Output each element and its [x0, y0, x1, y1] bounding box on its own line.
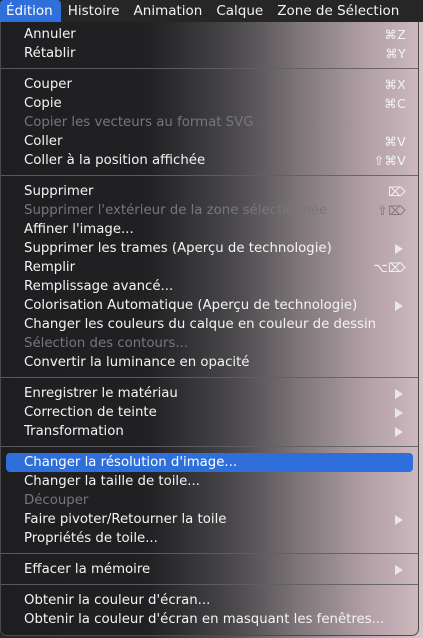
menu-edition[interactable]: Édition [0, 0, 61, 22]
menu-item-colorisation-automatique[interactable]: Colorisation Automatique (Aperçu de tech… [1, 296, 418, 315]
menu-item-label: Changer la taille de toile... [24, 474, 200, 489]
shortcut-label: ⌘X [384, 77, 406, 92]
menu-item-label: Propriétés de toile... [24, 531, 158, 546]
menu-separator [1, 175, 418, 176]
menu-zone-de-selection[interactable]: Zone de Sélection [270, 0, 406, 22]
menu-item-coller[interactable]: Coller ⌘V [1, 132, 418, 151]
menu-item-label: Faire pivoter/Retourner la toile [24, 512, 227, 527]
menu-item-convertir-luminance[interactable]: Convertir la luminance en opacité [1, 353, 418, 372]
menu-item-label: Transformation [24, 424, 124, 439]
shortcut-label: ⌘V [384, 134, 406, 149]
menu-item-label: Obtenir la couleur d'écran... [24, 593, 211, 608]
menu-item-selection-contours: Sélection des contours... [1, 334, 418, 353]
edition-dropdown-menu: Annuler ⌘Z Rétablir ⌘Y Couper ⌘X Copie ⌘… [0, 22, 419, 636]
menu-separator [1, 584, 418, 585]
menu-item-changer-taille-toile[interactable]: Changer la taille de toile... [1, 472, 418, 491]
menu-separator [1, 377, 418, 378]
menu-bar: Édition Histoire Animation Calque Zone d… [0, 0, 423, 22]
menu-item-effacer-memoire[interactable]: Effacer la mémoire [1, 560, 418, 579]
menu-item-changer-couleurs-calque[interactable]: Changer les couleurs du calque en couleu… [1, 315, 418, 334]
menu-separator [1, 446, 418, 447]
submenu-arrow-icon [395, 515, 403, 525]
menu-item-enregistrer-materiau[interactable]: Enregistrer le matériau [1, 384, 418, 403]
menu-separator [1, 68, 418, 69]
menu-item-remplissage-avance[interactable]: Remplissage avancé... [1, 277, 418, 296]
menu-item-obtenir-couleur-ecran[interactable]: Obtenir la couleur d'écran... [1, 591, 418, 610]
menu-item-copier-svg: Copier les vecteurs au format SVG [1, 113, 418, 132]
menu-item-label: Supprimer [24, 184, 94, 199]
menu-item-label: Effacer la mémoire [24, 562, 151, 577]
menu-item-label: Obtenir la couleur d'écran en masquant l… [24, 612, 385, 627]
menu-item-coller-position[interactable]: Coller à la position affichée ⇧⌘V [1, 151, 418, 170]
delete-key-icon: ⌦ [388, 184, 406, 199]
menu-item-label: Convertir la luminance en opacité [24, 355, 250, 370]
menu-item-label: Remplissage avancé... [24, 279, 174, 294]
shortcut-label: ⌘Z [384, 27, 406, 42]
menu-item-label: Changer la résolution d'image... [24, 455, 238, 470]
menu-item-label: Remplir [24, 260, 76, 275]
menu-item-label: Supprimer l'extérieur de la zone sélecti… [24, 203, 328, 218]
menu-item-proprietes-toile[interactable]: Propriétés de toile... [1, 529, 418, 548]
menu-item-obtenir-couleur-masquant[interactable]: Obtenir la couleur d'écran en masquant l… [1, 610, 418, 629]
menu-item-label: Découper [24, 493, 89, 508]
menu-item-faire-pivoter[interactable]: Faire pivoter/Retourner la toile [1, 510, 418, 529]
menu-item-changer-resolution[interactable]: Changer la résolution d'image... [6, 453, 413, 472]
shortcut-label: ⌘C [384, 96, 406, 111]
menu-item-supprimer-trames[interactable]: Supprimer les trames (Aperçu de technolo… [1, 239, 418, 258]
submenu-arrow-icon [395, 244, 403, 254]
menu-item-label: Supprimer les trames (Aperçu de technolo… [24, 241, 332, 256]
menu-item-label: Changer les couleurs du calque en couleu… [24, 317, 377, 332]
menu-separator [1, 553, 418, 554]
menu-item-annuler[interactable]: Annuler ⌘Z [1, 25, 418, 44]
shift-delete-key-icon: ⇧⌦ [377, 203, 406, 218]
submenu-arrow-icon [395, 427, 403, 437]
menu-item-label: Coller à la position affichée [24, 153, 206, 168]
menu-item-label: Enregistrer le matériau [24, 386, 178, 401]
menu-item-label: Copie [24, 96, 62, 111]
submenu-arrow-icon [395, 408, 403, 418]
menu-item-transformation[interactable]: Transformation [1, 422, 418, 441]
menu-item-label: Copier les vecteurs au format SVG [24, 115, 254, 130]
menu-calque[interactable]: Calque [209, 0, 270, 22]
menu-animation[interactable]: Animation [127, 0, 210, 22]
menu-item-label: Sélection des contours... [24, 336, 189, 351]
menu-item-supprimer[interactable]: Supprimer ⌦ [1, 182, 418, 201]
menu-histoire[interactable]: Histoire [61, 0, 127, 22]
menu-item-label: Couper [24, 77, 72, 92]
menu-item-label: Correction de teinte [24, 405, 157, 420]
option-delete-key-icon: ⌥⌦ [373, 260, 406, 275]
menu-item-couper[interactable]: Couper ⌘X [1, 75, 418, 94]
menu-item-copie[interactable]: Copie ⌘C [1, 94, 418, 113]
menu-item-decouper: Découper [1, 491, 418, 510]
menu-item-label: Annuler [24, 27, 76, 42]
shortcut-label: ⇧⌘V [373, 153, 406, 168]
menu-item-label: Affiner l'image... [24, 222, 134, 237]
menu-item-retablir[interactable]: Rétablir ⌘Y [1, 44, 418, 63]
shortcut-label: ⌘Y [385, 46, 406, 61]
menu-item-supprimer-exterieur: Supprimer l'extérieur de la zone sélecti… [1, 201, 418, 220]
menu-item-correction-teinte[interactable]: Correction de teinte [1, 403, 418, 422]
menu-item-label: Coller [24, 134, 63, 149]
menu-item-label: Colorisation Automatique (Aperçu de tech… [24, 298, 358, 313]
submenu-arrow-icon [395, 389, 403, 399]
menu-item-remplir[interactable]: Remplir ⌥⌦ [1, 258, 418, 277]
submenu-arrow-icon [395, 565, 403, 575]
menu-item-label: Rétablir [24, 46, 76, 61]
menu-item-affiner-image[interactable]: Affiner l'image... [1, 220, 418, 239]
submenu-arrow-icon [395, 301, 403, 311]
